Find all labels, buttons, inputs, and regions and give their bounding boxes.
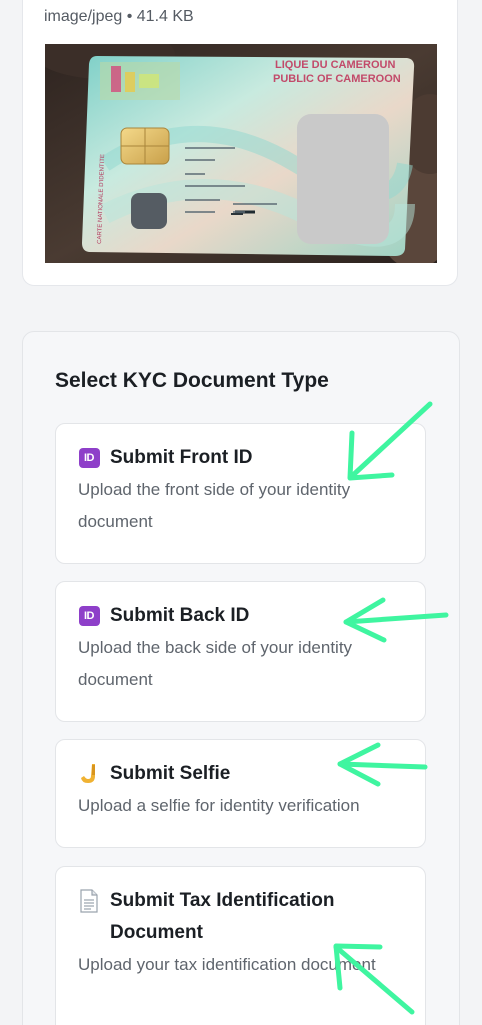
card-text-1: LIQUE DU CAMEROUN [275, 59, 395, 71]
id-card-photo[interactable]: LIQUE DU CAMEROUN PUBLIC OF CAMEROON CAR… [45, 44, 437, 263]
card-text-2: PUBLIC OF CAMEROON [273, 73, 401, 85]
option-description: Upload a selfie for identity verificatio… [78, 796, 360, 815]
option-description: Upload your tax identification document [78, 955, 376, 974]
id-badge-icon: ID [78, 600, 100, 632]
file-meta: image/jpeg • 41.4 KB [44, 8, 194, 25]
option-title: Submit Back ID [110, 605, 250, 626]
option-submit-selfie[interactable]: Submit Selfie Upload a selfie for identi… [55, 739, 426, 848]
page: image/jpeg • 41.4 KB LIQUE DU CAMEROUN P… [0, 0, 482, 1025]
selfie-hand-icon [78, 758, 100, 790]
option-description: Upload the back side of your identity do… [78, 638, 353, 689]
option-title: Submit Tax Identification Document [110, 890, 335, 943]
option-title: Submit Front ID [110, 447, 253, 468]
document-icon [78, 885, 100, 917]
option-submit-back-id[interactable]: ID Submit Back ID Upload the back side o… [55, 581, 426, 722]
id-card-shape [82, 56, 415, 256]
id-badge-icon: ID [78, 442, 100, 474]
option-title: Submit Selfie [110, 763, 231, 784]
option-submit-front-id[interactable]: ID Submit Front ID Upload the front side… [55, 423, 426, 564]
option-description: Upload the front side of your identity d… [78, 480, 351, 531]
kyc-section-title: Select KYC Document Type [55, 369, 329, 392]
option-submit-tax-document[interactable]: Submit Tax Identification Document Uploa… [55, 866, 426, 1025]
